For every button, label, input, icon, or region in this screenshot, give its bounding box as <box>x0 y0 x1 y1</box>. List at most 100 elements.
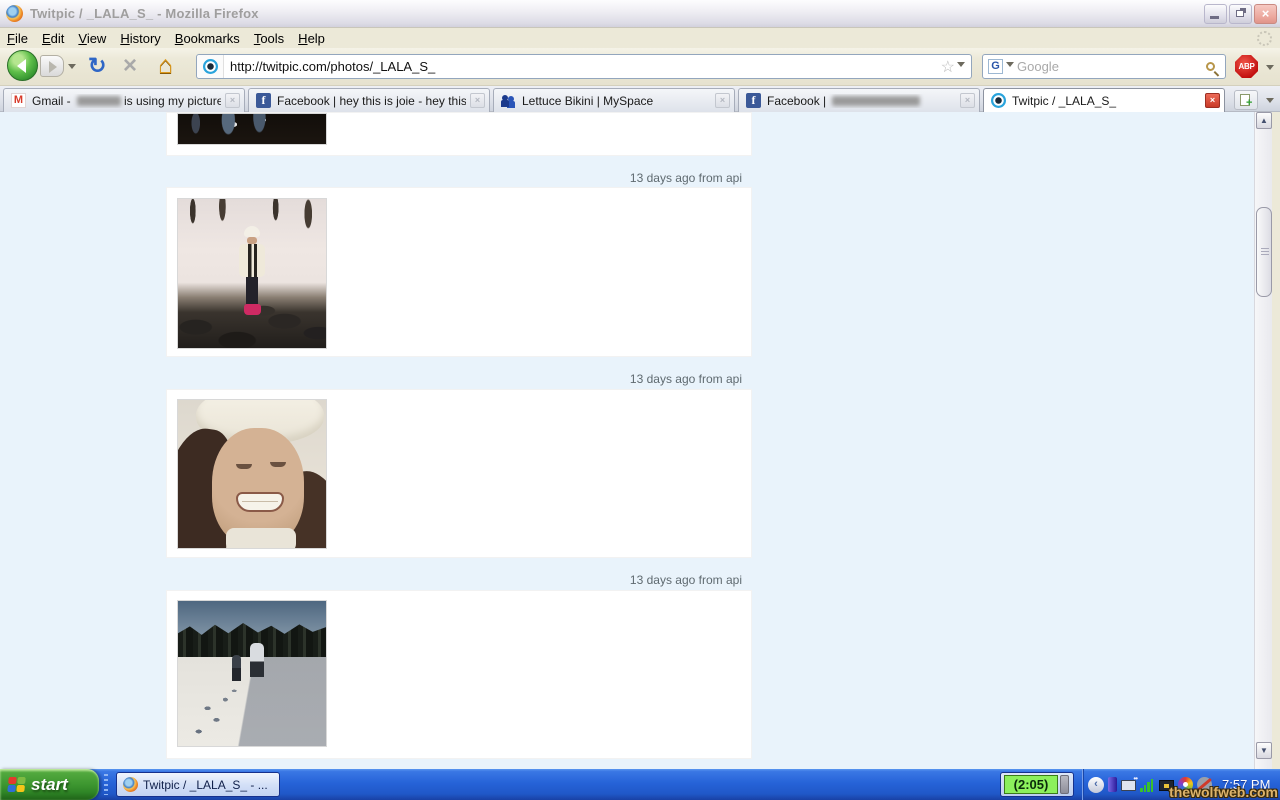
stop-button[interactable]: × <box>123 52 137 80</box>
facebook-icon: f <box>746 93 761 108</box>
open-in-tabs-button[interactable]: + <box>1234 90 1258 110</box>
photo-timestamp: 13 days ago from api <box>166 573 742 587</box>
quick-launch-grip[interactable] <box>104 774 108 795</box>
tab-label: Twitpic / _LALA_S_ <box>1012 94 1201 108</box>
vertical-scrollbar[interactable]: ▲ ▼ <box>1254 112 1272 769</box>
adblock-plus-button[interactable]: ABP <box>1235 55 1258 78</box>
start-button[interactable]: start <box>0 769 99 800</box>
tab-close-icon[interactable]: × <box>715 93 730 108</box>
photo-timestamp: 13 days ago from api <box>166 372 742 386</box>
window-titlebar[interactable]: Twitpic / _LALA_S_ - Mozilla Firefox × <box>0 0 1280 28</box>
task-label: Twitpic / _LALA_S_ - ... <box>143 778 268 792</box>
tab-label: Facebook | <box>767 94 956 108</box>
photo-timestamp: 13 days ago from api <box>166 171 742 185</box>
myspace-icon <box>501 93 516 108</box>
restore-icon <box>1236 10 1244 17</box>
menubar: File Edit View History Bookmarks Tools H… <box>0 28 1280 48</box>
url-input[interactable] <box>224 59 937 74</box>
photo-thumbnail-night-legs[interactable] <box>177 113 327 145</box>
minimize-button[interactable] <box>1204 4 1227 24</box>
tray-chevron-icon[interactable]: ‹ <box>1088 777 1104 793</box>
tray-wireless-network-icon[interactable] <box>1121 780 1136 791</box>
eye <box>236 464 252 469</box>
site-identity-box[interactable] <box>197 55 224 78</box>
tray-battery-icon[interactable] <box>1108 777 1117 792</box>
firefox-icon <box>6 5 23 22</box>
photo-card <box>166 389 752 558</box>
window-edge <box>1272 112 1280 769</box>
search-bar[interactable]: G <box>982 54 1226 79</box>
bookmark-star-icon[interactable]: ☆ <box>937 57 957 77</box>
menu-view[interactable]: View <box>71 29 113 48</box>
photo-thumbnail-snow-walkers[interactable] <box>177 600 327 747</box>
tab-facebook-2[interactable]: f Facebook | × <box>738 88 980 112</box>
search-magnifier-icon[interactable] <box>1206 62 1215 71</box>
scroll-down-button[interactable]: ▼ <box>1256 742 1272 759</box>
scarf <box>226 528 296 549</box>
forward-button[interactable] <box>40 55 64 77</box>
person-figure <box>232 226 272 326</box>
list-all-tabs-caret[interactable] <box>1266 98 1274 107</box>
twitpic-favicon-icon <box>991 93 1006 108</box>
search-input[interactable] <box>1017 59 1206 74</box>
tray-signal-bars-icon[interactable] <box>1140 777 1155 792</box>
start-label: start <box>31 775 68 795</box>
search-engine-dropdown[interactable] <box>1006 62 1014 71</box>
photo-card <box>166 187 752 357</box>
forward-arrow-icon <box>49 61 57 73</box>
photo-card <box>166 112 752 156</box>
url-dropdown-caret[interactable] <box>957 62 965 71</box>
photo-thumbnail-snow-rocks[interactable] <box>177 198 327 349</box>
scroll-up-button[interactable]: ▲ <box>1256 112 1272 129</box>
google-logo-icon: G <box>988 59 1003 74</box>
photo-card <box>166 590 752 759</box>
back-button[interactable] <box>7 50 38 81</box>
adblock-dropdown-caret[interactable] <box>1266 65 1274 74</box>
windows-logo-icon <box>7 777 26 793</box>
menu-history[interactable]: History <box>113 29 167 48</box>
window-controls: × <box>1204 4 1277 24</box>
reload-button[interactable]: ↻ <box>88 53 106 79</box>
back-history-dropdown[interactable] <box>68 64 76 73</box>
twitpic-favicon-icon <box>203 59 218 74</box>
scrollbar-thumb[interactable] <box>1256 207 1272 297</box>
walking-person <box>250 643 264 677</box>
page-content: 13 days ago from api 13 days ago from ap… <box>0 112 1280 769</box>
plus-icon: + <box>1246 99 1255 108</box>
tab-close-icon[interactable]: × <box>225 93 240 108</box>
tab-close-icon[interactable]: × <box>470 93 485 108</box>
menu-help[interactable]: Help <box>291 29 332 48</box>
taskbar-timer-item[interactable]: (2:05) <box>1000 772 1074 797</box>
tab-myspace[interactable]: Lettuce Bikini | MySpace × <box>493 88 735 112</box>
firefox-icon <box>123 777 138 792</box>
walking-person <box>232 655 241 681</box>
tab-close-icon[interactable]: × <box>1205 93 1220 108</box>
navigation-toolbar: ↻ × ⌂ ☆ G ABP <box>0 48 1280 86</box>
restore-button[interactable] <box>1229 4 1252 24</box>
tab-gmail[interactable]: M Gmail - is using my pictures! - j... × <box>3 88 245 112</box>
menu-file[interactable]: File <box>0 29 35 48</box>
watermark: thewolfweb.com <box>1169 784 1278 800</box>
redacted-text <box>77 96 121 106</box>
close-button[interactable]: × <box>1254 4 1277 24</box>
menu-tools[interactable]: Tools <box>247 29 291 48</box>
photo-thumbnail-smiling-face[interactable] <box>177 399 327 549</box>
home-button[interactable]: ⌂ <box>158 51 173 80</box>
throbber-icon <box>1257 31 1272 46</box>
taskbar: start Twitpic / _LALA_S_ - ... (2:05) ‹ … <box>0 769 1280 800</box>
tab-close-icon[interactable]: × <box>960 93 975 108</box>
timer-grip[interactable] <box>1060 775 1069 794</box>
tab-twitpic-active[interactable]: Twitpic / _LALA_S_ × <box>983 88 1225 112</box>
facebook-icon: f <box>256 93 271 108</box>
menu-bookmarks[interactable]: Bookmarks <box>168 29 247 48</box>
window-title: Twitpic / _LALA_S_ - Mozilla Firefox <box>30 6 259 21</box>
back-arrow-icon <box>17 59 26 73</box>
menu-edit[interactable]: Edit <box>35 29 71 48</box>
taskbar-task-twitpic[interactable]: Twitpic / _LALA_S_ - ... <box>116 772 280 797</box>
tab-facebook-1[interactable]: f Facebook | hey this is joie - hey this… <box>248 88 490 112</box>
address-bar[interactable]: ☆ <box>196 54 972 79</box>
tab-label: Facebook | hey this is joie - hey this i… <box>277 94 466 108</box>
tab-label: Gmail - is using my pictures! - j... <box>32 94 221 108</box>
gmail-icon: M <box>11 93 26 108</box>
redacted-text <box>832 96 920 106</box>
